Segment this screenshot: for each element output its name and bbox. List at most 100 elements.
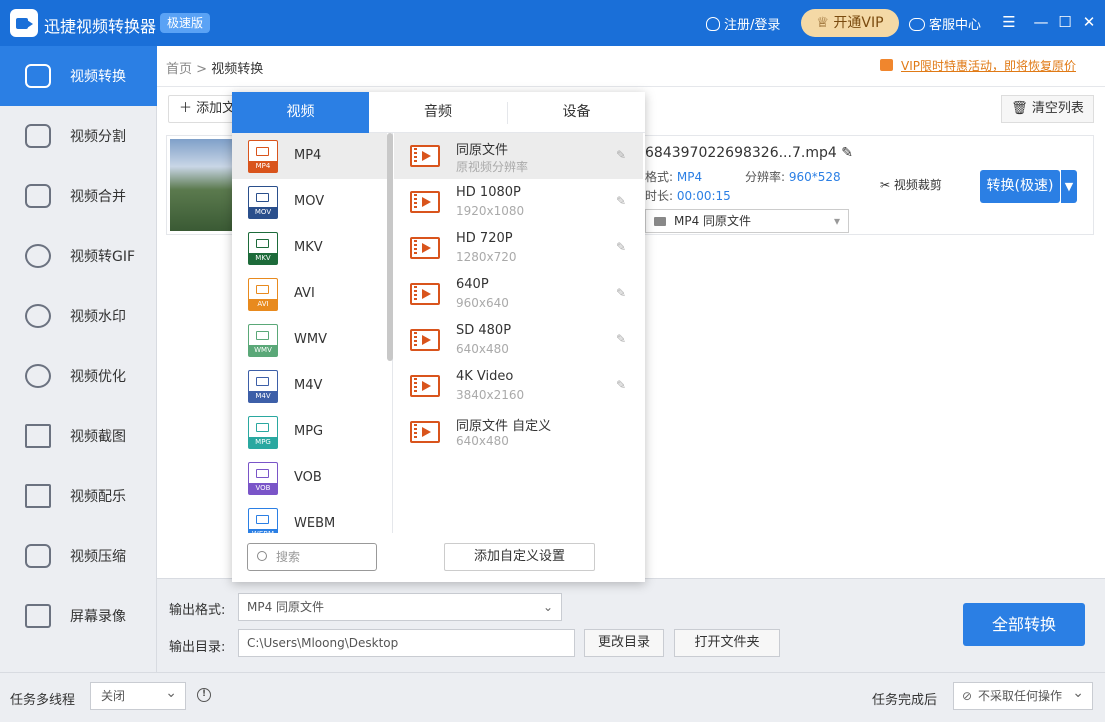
split-icon: [25, 124, 51, 148]
film-icon: [410, 375, 440, 397]
format-label: VOB: [294, 470, 322, 485]
format-label: MOV: [294, 194, 325, 209]
pencil-icon[interactable]: ✎: [616, 149, 628, 161]
add-custom-setting-button[interactable]: 添加自定义设置: [444, 543, 595, 571]
trash-icon: 🗑: [1011, 101, 1032, 116]
chat-icon: [909, 18, 925, 31]
plus-icon: ＋: [179, 101, 197, 116]
video-file-icon: AVI: [248, 278, 278, 311]
sidebar-item-video-music[interactable]: 视频配乐: [0, 466, 157, 526]
breadcrumb-current: 视频转换: [211, 62, 264, 77]
format-label: MPG: [294, 424, 324, 439]
output-dir-label: 输出目录:: [169, 640, 226, 655]
film-icon: [410, 283, 440, 305]
format-search-input[interactable]: 搜索: [247, 543, 377, 571]
sidebar-item-video-gif[interactable]: 视频转GIF: [0, 226, 157, 286]
video-file-icon: MP4: [248, 140, 278, 173]
after-task-select[interactable]: ⊘ 不采取任何操作: [953, 680, 1093, 710]
pencil-icon[interactable]: ✎: [616, 333, 628, 345]
breadcrumb-home[interactable]: 首页: [166, 62, 192, 77]
info-icon[interactable]: !: [197, 688, 211, 702]
video-file-icon: WMV: [248, 324, 278, 357]
login-link[interactable]: 注册/登录: [706, 14, 780, 33]
pencil-icon[interactable]: ✎: [616, 287, 628, 299]
duration-meta: 时长: 00:00:15: [645, 189, 731, 203]
chevron-down-icon: ⌄: [542, 600, 553, 614]
multithread-select[interactable]: 关闭: [90, 680, 186, 710]
maximize-icon[interactable]: ☐: [1056, 12, 1074, 32]
video-file-icon: WEBM: [248, 508, 278, 533]
video-file-icon: MPG: [248, 416, 278, 449]
resolution-item[interactable]: 同原文件 自定义 640x480: [394, 409, 643, 455]
forbidden-icon: ⊘: [962, 689, 973, 703]
resolution-item[interactable]: HD 720P 1280x720 ✎: [394, 225, 643, 271]
minimize-icon[interactable]: —: [1032, 12, 1050, 32]
format-label: WEBM: [294, 516, 336, 531]
format-item[interactable]: MKV MKV: [232, 225, 387, 271]
multithread-label: 任务多线程: [10, 693, 76, 708]
vip-button[interactable]: ♕ 开通VIP: [801, 9, 899, 37]
pencil-icon[interactable]: ✎: [616, 379, 628, 391]
resolution-item[interactable]: SD 480P 640x480 ✎: [394, 317, 643, 363]
resolution-item[interactable]: 640P 960x640 ✎: [394, 271, 643, 317]
video-crop-button[interactable]: ✂ 视频裁剪: [880, 176, 942, 193]
output-format-select[interactable]: MP4 同原文件 ⌄: [238, 593, 562, 621]
convert-all-button[interactable]: 全部转换: [963, 603, 1085, 646]
menu-icon[interactable]: ☰: [1000, 12, 1018, 32]
convert-dropdown-icon[interactable]: ▼: [1061, 170, 1077, 203]
convert-button[interactable]: 转换(极速): [980, 170, 1060, 203]
format-popup: 视频 音频 设备 MP4 MP4 MOV MOV MKV MKV AVI AVI WMV WMV M…: [232, 92, 645, 582]
tab-video[interactable]: 视频: [232, 92, 369, 133]
format-item[interactable]: AVI AVI: [232, 271, 387, 317]
close-icon[interactable]: ✕: [1080, 12, 1098, 32]
format-item[interactable]: MPG MPG: [232, 409, 387, 455]
sidebar-item-video-optimize[interactable]: 视频优化: [0, 346, 157, 406]
scissors-icon: ✂: [880, 178, 894, 192]
format-label: MKV: [294, 240, 323, 255]
sidebar-item-video-watermark[interactable]: 视频水印: [0, 286, 157, 346]
open-folder-button[interactable]: 打开文件夹: [674, 629, 780, 657]
service-center-link[interactable]: 客服中心: [909, 14, 981, 33]
format-item[interactable]: VOB VOB: [232, 455, 387, 501]
format-item[interactable]: MP4 MP4: [232, 133, 387, 179]
after-task-label: 任务完成后: [872, 693, 938, 708]
format-list-scrollbar[interactable]: [387, 133, 393, 361]
output-dir-field[interactable]: C:\Users\Mloong\Desktop: [238, 629, 575, 657]
resolution-item[interactable]: 4K Video 3840x2160 ✎: [394, 363, 643, 409]
film-icon: [410, 329, 440, 351]
format-label: M4V: [294, 378, 323, 393]
tab-audio[interactable]: 音频: [369, 92, 507, 133]
film-icon: [410, 421, 440, 443]
video-camera-icon: [654, 217, 666, 226]
format-tabs: 视频 音频 设备: [232, 92, 645, 133]
format-item[interactable]: WEBM WEBM: [232, 501, 387, 533]
gift-icon: [880, 59, 893, 71]
sidebar: 视频转换 视频分割 视频合并 视频转GIF 视频水印 视频优化 视频截图 视频配…: [0, 46, 157, 672]
change-dir-button[interactable]: 更改目录: [584, 629, 664, 657]
gif-icon: [25, 244, 51, 268]
sidebar-item-video-convert[interactable]: 视频转换: [0, 46, 157, 106]
sidebar-item-video-screenshot[interactable]: 视频截图: [0, 406, 157, 466]
sidebar-item-video-compress[interactable]: 视频压缩: [0, 526, 157, 586]
resolution-item[interactable]: HD 1080P 1920x1080 ✎: [394, 179, 643, 225]
sidebar-item-video-merge[interactable]: 视频合并: [0, 166, 157, 226]
optimize-icon: [25, 364, 51, 388]
format-item[interactable]: M4V M4V: [232, 363, 387, 409]
crown-icon: ♕: [816, 15, 834, 31]
video-file-icon: MOV: [248, 186, 278, 219]
format-item[interactable]: MOV MOV: [232, 179, 387, 225]
sidebar-item-screen-record[interactable]: 屏幕录像: [0, 586, 157, 646]
sidebar-item-video-split[interactable]: 视频分割: [0, 106, 157, 166]
merge-icon: [25, 184, 51, 208]
edit-name-icon[interactable]: ✎: [841, 145, 853, 161]
app-title: 迅捷视频转换器: [44, 17, 157, 36]
format-item[interactable]: WMV WMV: [232, 317, 387, 363]
clear-list-button[interactable]: 🗑 清空列表: [1001, 95, 1094, 123]
resolution-item[interactable]: 同原文件 原视频分辨率 ✎: [394, 133, 643, 179]
tab-device[interactable]: 设备: [508, 92, 645, 133]
pencil-icon[interactable]: ✎: [616, 195, 628, 207]
file-output-select[interactable]: MP4 同原文件: [645, 209, 849, 233]
pencil-icon[interactable]: ✎: [616, 241, 628, 253]
vip-notice-link[interactable]: VIP限时特惠活动，即将恢复原价: [880, 57, 1076, 74]
film-icon: [410, 191, 440, 213]
